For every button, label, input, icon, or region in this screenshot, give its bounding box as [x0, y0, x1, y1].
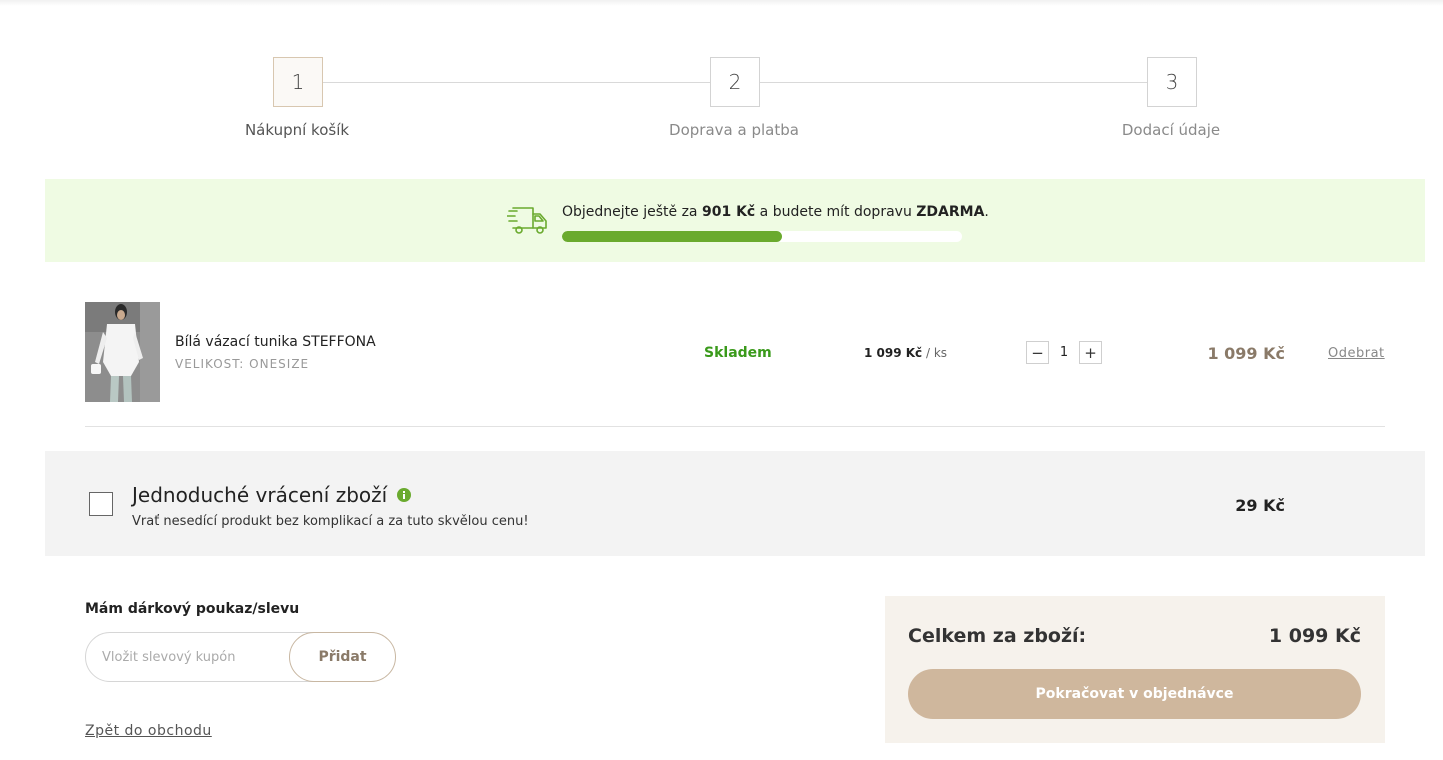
stock-status: Skladem: [704, 345, 772, 361]
cart-item: Bílá vázací tunika STEFFONA VELIKOST: ON…: [85, 302, 1385, 402]
free-shipping-message: Objednejte ještě za 901 Kč a budete mít …: [562, 204, 989, 220]
product-name[interactable]: Bílá vázací tunika STEFFONA: [175, 334, 376, 350]
unit-price-suffix: / ks: [926, 346, 948, 360]
shipping-progress-fill: [562, 231, 782, 242]
shipping-text-middle: a budete mít dopravu: [759, 204, 912, 220]
easy-return-option: Jednoduché vrácení zboží Vrať nesedící p…: [45, 451, 1425, 556]
remove-item-link[interactable]: Odebrat: [1328, 346, 1385, 361]
step-connector: [323, 82, 710, 83]
free-shipping-banner: Objednejte ještě za 901 Kč a budete mít …: [45, 179, 1425, 262]
coupon-input[interactable]: [86, 633, 291, 681]
summary-total-label: Celkem za zboží:: [908, 625, 1087, 647]
shipping-remaining-amount: 901 Kč: [701, 204, 756, 220]
easy-return-description: Vrať nesedící produkt bez komplikací a z…: [132, 514, 529, 529]
truck-icon: [507, 207, 547, 234]
product-size: VELIKOST: ONESIZE: [175, 357, 310, 371]
shipping-text-before: Objednejte ještě za: [562, 204, 698, 220]
back-to-shop-link[interactable]: Zpět do obchodu: [85, 723, 212, 739]
quantity-stepper: − 1 +: [1026, 341, 1102, 364]
coupon-form: Přidat: [85, 632, 396, 682]
easy-return-title-row: Jednoduché vrácení zboží: [132, 483, 412, 507]
coupon-title: Mám dárkový poukaz/slevu: [85, 601, 300, 617]
checkout-steps: 1 Nákupní košík 2 Doprava a platba 3 Dod…: [0, 0, 1443, 170]
coupon-add-button[interactable]: Přidat: [289, 632, 396, 682]
step-2-number[interactable]: 2: [710, 57, 760, 107]
unit-price-value: 1 099 Kč: [864, 346, 923, 360]
easy-return-checkbox[interactable]: [89, 492, 113, 516]
step-2-label[interactable]: Doprava a platba: [614, 121, 854, 139]
qty-value[interactable]: 1: [1049, 345, 1079, 360]
shipping-text-after: .: [984, 204, 989, 220]
shipping-free-word: ZDARMA: [916, 204, 985, 220]
line-total: 1 099 Kč: [1207, 344, 1285, 363]
shipping-progress-bar: [562, 231, 962, 242]
order-summary: Celkem za zboží: 1 099 Kč Pokračovat v o…: [885, 596, 1385, 743]
cart-divider: [85, 426, 1385, 427]
easy-return-price: 29 Kč: [1235, 496, 1285, 515]
continue-order-button[interactable]: Pokračovat v objednávce: [908, 669, 1361, 719]
qty-decrease-button[interactable]: −: [1026, 341, 1049, 364]
summary-total-value: 1 099 Kč: [1268, 625, 1361, 647]
step-3-label[interactable]: Dodací údaje: [1051, 121, 1291, 139]
easy-return-title: Jednoduché vrácení zboží: [132, 483, 388, 507]
step-3-number[interactable]: 3: [1147, 57, 1197, 107]
step-1-number[interactable]: 1: [273, 57, 323, 107]
product-image[interactable]: [85, 302, 160, 402]
qty-increase-button[interactable]: +: [1079, 341, 1102, 364]
info-icon[interactable]: [397, 488, 412, 502]
step-connector: [760, 82, 1147, 83]
unit-price: 1 099 Kč / ks: [864, 346, 947, 360]
step-1-label[interactable]: Nákupní košík: [177, 121, 417, 139]
